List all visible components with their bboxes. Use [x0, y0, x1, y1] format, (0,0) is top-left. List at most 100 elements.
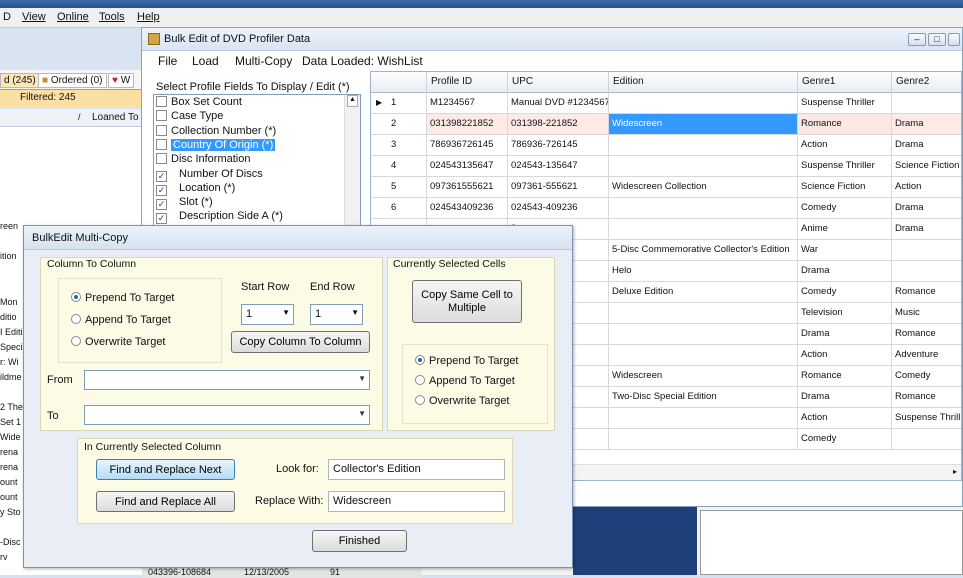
grid-cell[interactable] [609, 198, 798, 219]
scroll-up-icon[interactable]: ▲ [347, 95, 358, 107]
grid-cell[interactable]: Comedy [798, 282, 892, 303]
find-replace-next-button[interactable]: Find and Replace Next [96, 459, 235, 480]
grid-cell[interactable]: Manual DVD #1234567 [508, 93, 609, 114]
column-header[interactable]: Edition [609, 72, 798, 93]
scroll-right-icon[interactable]: ▸ [953, 467, 957, 476]
menu-online[interactable]: Online [57, 11, 89, 23]
checkbox-checked-icon[interactable]: ✓ [156, 170, 167, 182]
grid-cell[interactable] [892, 240, 961, 261]
checkbox-icon[interactable] [156, 110, 167, 122]
field-item[interactable]: Country Of Origin (*) [154, 138, 344, 153]
column-header[interactable]: Profile ID [427, 72, 508, 93]
checkbox-icon[interactable] [156, 153, 167, 165]
grid-cell[interactable]: Television [798, 303, 892, 324]
grid-cell[interactable] [609, 303, 798, 324]
grid-cell[interactable]: Suspense Thrill [892, 408, 961, 429]
grid-cell[interactable] [892, 93, 961, 114]
row-number[interactable]: 3 [371, 135, 427, 156]
column-header[interactable]: Genre2 [892, 72, 961, 93]
overwrite-radio[interactable]: Overwrite Target [71, 336, 166, 348]
grid-cell[interactable] [609, 135, 798, 156]
grid-cell[interactable]: Widescreen [609, 366, 798, 387]
grid-cell[interactable]: Romance [892, 387, 961, 408]
row-number[interactable]: 4 [371, 156, 427, 177]
grid-cell[interactable]: Drama [892, 114, 961, 135]
grid-cell[interactable]: Two-Disc Special Edition [609, 387, 798, 408]
end-row-select[interactable]: 1 ▼ [310, 304, 363, 325]
prepend-radio[interactable]: Prepend To Target [415, 355, 519, 367]
grid-cell[interactable] [892, 261, 961, 282]
grid-cell[interactable]: Romance [892, 282, 961, 303]
grid-cell[interactable]: Deluxe Edition [609, 282, 798, 303]
grid-cell[interactable]: 024543135647 [427, 156, 508, 177]
grid-cell[interactable]: Drama [892, 198, 961, 219]
grid-cell[interactable]: M1234567 [427, 93, 508, 114]
grid-cell[interactable]: 024543-135647 [508, 156, 609, 177]
field-item[interactable]: ✓ Slot (*) [154, 196, 344, 211]
look-for-input[interactable]: Collector's Edition [328, 459, 505, 480]
grid-cell[interactable]: Widescreen Collection [609, 177, 798, 198]
grid-cell[interactable]: Drama [798, 387, 892, 408]
grid-cell[interactable]: Adventure [892, 345, 961, 366]
menu-view[interactable]: View [22, 11, 46, 23]
checkbox-icon[interactable] [156, 138, 167, 150]
menu-file[interactable]: D [3, 11, 11, 23]
grid-cell[interactable]: War [798, 240, 892, 261]
copy-same-cell-button[interactable]: Copy Same Cell to Multiple [412, 280, 522, 323]
grid-cell[interactable]: Romance [798, 366, 892, 387]
column-header[interactable]: Genre1 [798, 72, 892, 93]
grid-cell[interactable]: 031398-221852 [508, 114, 609, 135]
field-item[interactable]: ✓ Location (*) [154, 182, 344, 196]
grid-cell[interactable]: 097361555621 [427, 177, 508, 198]
tab-wishlist[interactable]: ♥ W [108, 73, 135, 88]
tab-owned[interactable]: d (245) [0, 73, 40, 88]
grid-cell[interactable] [609, 324, 798, 345]
field-item[interactable]: Case Type [154, 110, 344, 124]
grid-cell[interactable]: Drama [798, 324, 892, 345]
grid-cell[interactable] [609, 408, 798, 429]
grid-cell[interactable]: Suspense Thriller [798, 93, 892, 114]
grid-cell[interactable] [609, 345, 798, 366]
grid-cell[interactable] [609, 219, 798, 240]
grid-cell[interactable] [609, 429, 798, 450]
grid-cell[interactable]: Comedy [798, 429, 892, 450]
field-item[interactable]: ✓ Number Of Discs [154, 168, 344, 182]
grid-cell[interactable]: 786936-726145 [508, 135, 609, 156]
overwrite-radio[interactable]: Overwrite Target [415, 395, 510, 407]
grid-cell[interactable]: 031398221852 [427, 114, 508, 135]
menu-load[interactable]: Load [192, 54, 219, 68]
grid-cell[interactable]: Science Fiction [892, 156, 961, 177]
grid-cell[interactable]: Action [798, 135, 892, 156]
grid-cell[interactable]: Helo [609, 261, 798, 282]
grid-cell[interactable]: Drama [892, 219, 961, 240]
grid-cell[interactable]: 097361-555621 [508, 177, 609, 198]
loaned-to-header[interactable]: Loaned To [92, 112, 139, 123]
prepend-radio[interactable]: Prepend To Target [71, 292, 175, 304]
row-number[interactable]: 6 [371, 198, 427, 219]
row-number[interactable]: 5 [371, 177, 427, 198]
tab-ordered[interactable]: ■ Ordered (0) [38, 73, 107, 88]
grid-cell[interactable]: 024543409236 [427, 198, 508, 219]
grid-cell[interactable]: Drama [892, 135, 961, 156]
menu-file[interactable]: File [158, 54, 177, 68]
grid-cell[interactable]: Comedy [892, 366, 961, 387]
menu-help[interactable]: Help [137, 11, 160, 23]
checkbox-checked-icon[interactable]: ✓ [156, 184, 167, 196]
grid-cell[interactable]: Action [892, 177, 961, 198]
grid-cell[interactable]: Science Fiction [798, 177, 892, 198]
field-item[interactable]: Disc Information [154, 153, 344, 167]
to-select[interactable]: ▼ [84, 405, 370, 425]
grid-cell[interactable]: Action [798, 345, 892, 366]
grid-cell[interactable]: 024543-409236 [508, 198, 609, 219]
grid-cell[interactable]: Suspense Thriller [798, 156, 892, 177]
checkbox-icon[interactable] [156, 96, 167, 107]
field-item[interactable]: ✓ Description Side A (*) [154, 210, 344, 225]
column-header[interactable] [371, 72, 427, 93]
from-select[interactable]: ▼ [84, 370, 370, 390]
row-number[interactable]: 2 [371, 114, 427, 135]
menu-multi-copy[interactable]: Multi-Copy [235, 54, 292, 68]
checkbox-icon[interactable] [156, 124, 167, 136]
grid-cell[interactable] [892, 429, 961, 450]
find-replace-all-button[interactable]: Find and Replace All [96, 491, 235, 512]
grid-cell[interactable]: Comedy [798, 198, 892, 219]
